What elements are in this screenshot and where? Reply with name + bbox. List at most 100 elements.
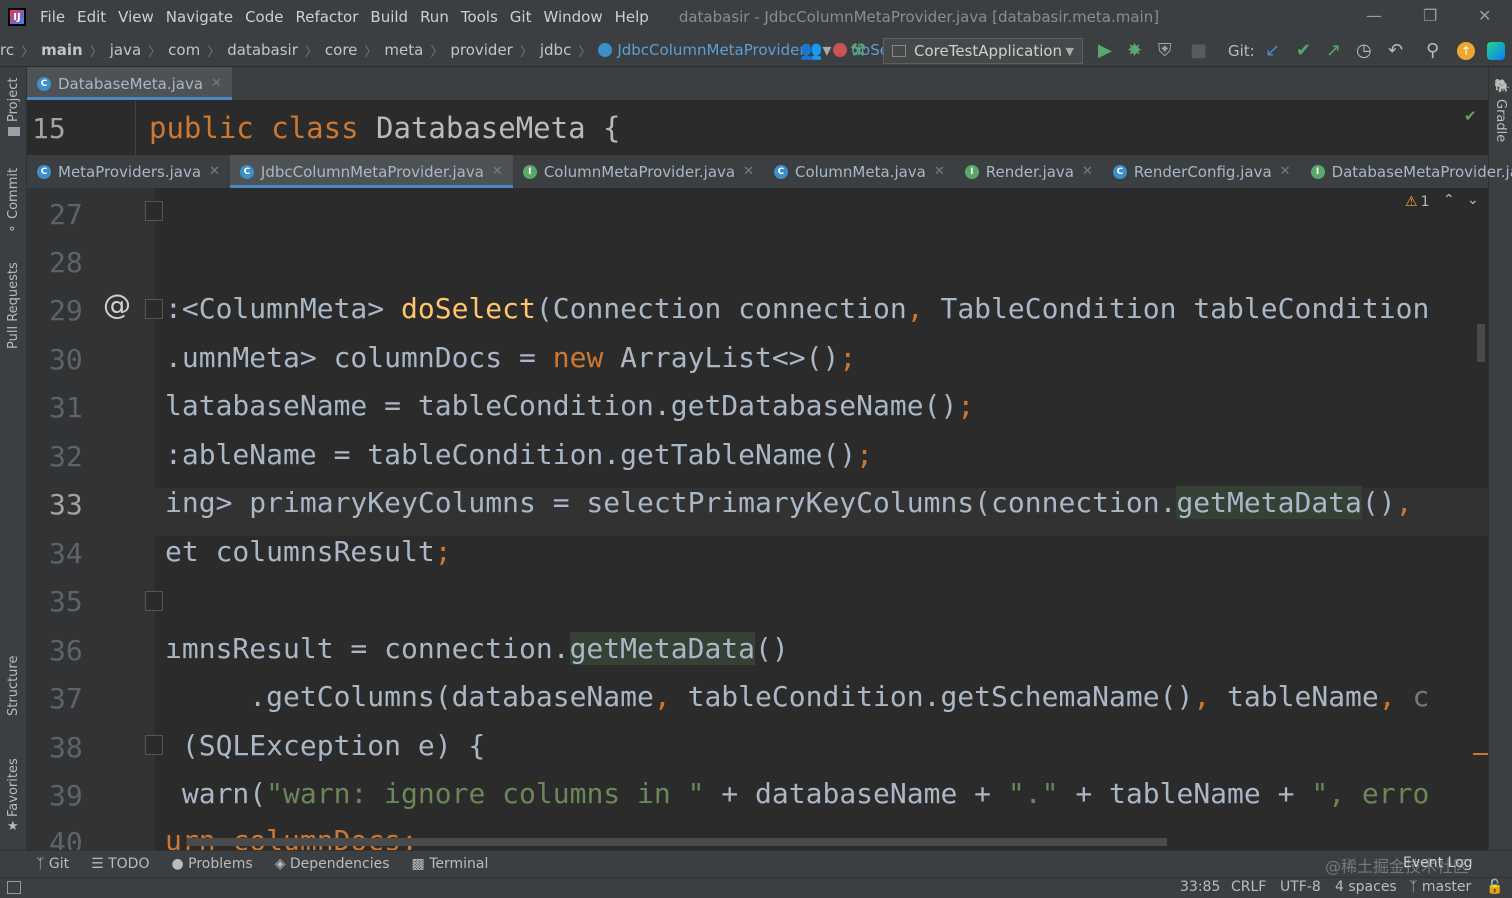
breadcrumb-databasir[interactable]: databasir bbox=[227, 41, 298, 59]
event-log-button[interactable]: Event Log bbox=[1403, 855, 1473, 871]
toolbox-icon[interactable] bbox=[1487, 42, 1505, 60]
fold-marker-icon[interactable] bbox=[145, 299, 163, 319]
gradle-tool-button[interactable]: Gradle bbox=[1493, 99, 1508, 142]
caret-position[interactable]: 33:85 bbox=[1180, 879, 1220, 895]
line-number: 31 bbox=[49, 391, 83, 424]
close-icon[interactable]: ✕ bbox=[934, 164, 945, 179]
stop-icon[interactable]: ■ bbox=[1190, 41, 1207, 61]
code-line-33: ing> primaryKeyColumns = selectPrimaryKe… bbox=[165, 486, 1413, 519]
breadcrumb-provider[interactable]: provider bbox=[450, 41, 513, 59]
menu-code[interactable]: Code bbox=[245, 8, 283, 26]
fold-marker-icon[interactable] bbox=[145, 591, 163, 611]
rollback-icon[interactable]: ↶ bbox=[1388, 41, 1403, 61]
pull-requests-tool-button[interactable]: Pull Requests bbox=[6, 262, 21, 349]
chevron-up-icon[interactable]: ⌃ bbox=[1443, 192, 1455, 208]
tab-label: Render.java bbox=[985, 162, 1075, 181]
favorites-tool-button[interactable]: Favorites bbox=[6, 758, 21, 817]
code-token: :ableName = tableCondition.getTableName(… bbox=[165, 438, 857, 471]
close-window-icon[interactable]: ✕ bbox=[1478, 6, 1491, 25]
minimize-icon[interactable]: — bbox=[1366, 6, 1382, 25]
history-icon[interactable]: ◷ bbox=[1356, 41, 1372, 61]
string-literal: ", erro bbox=[1311, 777, 1430, 810]
tab-jdbccolumnmetaprovider[interactable]: C JdbcColumnMetaProvider.java ✕ bbox=[229, 155, 513, 188]
breadcrumb-meta[interactable]: meta bbox=[384, 41, 423, 59]
tab-metaproviders[interactable]: C MetaProviders.java ✕ bbox=[27, 155, 230, 188]
run-icon[interactable]: ▶ bbox=[1098, 41, 1112, 61]
line-number: 27 bbox=[49, 198, 83, 231]
lock-icon[interactable]: 🔓 bbox=[1486, 879, 1503, 895]
restore-icon[interactable]: ❐ bbox=[1423, 6, 1437, 25]
coverage-icon[interactable]: ⛨ bbox=[1158, 41, 1172, 61]
debug-icon[interactable]: ✸ bbox=[1127, 41, 1142, 61]
menu-run[interactable]: Run bbox=[420, 8, 449, 26]
menu-tools[interactable]: Tools bbox=[461, 8, 498, 26]
menu-window[interactable]: Window bbox=[543, 8, 602, 26]
breadcrumb-jdbc[interactable]: jdbc bbox=[540, 41, 571, 59]
git-branch[interactable]: ᛉ master bbox=[1409, 879, 1471, 895]
override-at-icon[interactable]: @ bbox=[103, 288, 131, 321]
build-hammer-icon[interactable]: ⚒ bbox=[850, 41, 866, 61]
breadcrumb-src[interactable]: rc bbox=[0, 41, 14, 59]
line-separator[interactable]: CRLF bbox=[1231, 879, 1266, 895]
menu-file[interactable]: File bbox=[40, 8, 65, 26]
menu-view[interactable]: View bbox=[118, 8, 154, 26]
pinned-tab-bar: C DatabaseMeta.java ✕ bbox=[27, 67, 1488, 100]
tab-columnmeta[interactable]: C ColumnMeta.java ✕ bbox=[764, 155, 955, 188]
breadcrumb-main[interactable]: main bbox=[41, 41, 83, 59]
menu-build[interactable]: Build bbox=[370, 8, 408, 26]
close-icon[interactable]: ✕ bbox=[211, 76, 222, 91]
tab-renderconfig[interactable]: C RenderConfig.java ✕ bbox=[1103, 155, 1301, 188]
vertical-scrollbar[interactable] bbox=[1477, 324, 1485, 362]
file-encoding[interactable]: UTF-8 bbox=[1280, 879, 1321, 895]
close-icon[interactable]: ✕ bbox=[209, 164, 220, 179]
close-icon[interactable]: ✕ bbox=[743, 164, 754, 179]
interface-icon: I bbox=[1310, 164, 1325, 179]
code-editor[interactable]: 27 28 29 30 31 32 33 34 35 36 37 38 39 4… bbox=[27, 188, 1488, 850]
git-update-icon[interactable]: ↙ bbox=[1265, 41, 1280, 61]
tool-windows-toggle-icon[interactable] bbox=[7, 881, 21, 894]
breadcrumb-core[interactable]: core bbox=[325, 41, 358, 59]
structure-tool-button[interactable]: Structure bbox=[6, 656, 21, 716]
close-icon[interactable]: ✕ bbox=[492, 164, 503, 179]
fold-marker-icon[interactable] bbox=[145, 201, 163, 221]
tab-render[interactable]: I Render.java ✕ bbox=[955, 155, 1103, 188]
horizontal-scrollbar[interactable] bbox=[187, 838, 1167, 846]
menu-edit[interactable]: Edit bbox=[77, 8, 106, 26]
string-literal: "warn: ignore columns in " bbox=[266, 777, 705, 810]
todo-tool-button[interactable]: ☰ TODO bbox=[91, 856, 149, 872]
commit-tool-button[interactable]: Commit bbox=[6, 168, 21, 219]
problems-tool-button[interactable]: ● Problems bbox=[171, 856, 252, 872]
close-icon[interactable]: ✕ bbox=[1280, 164, 1291, 179]
update-icon[interactable]: ↑ bbox=[1457, 42, 1475, 60]
project-tool-button[interactable]: Project bbox=[6, 78, 21, 122]
warning-icon[interactable]: ⚠ 1 bbox=[1405, 194, 1429, 210]
breadcrumb-java[interactable]: java bbox=[110, 41, 141, 59]
chevron-down-icon[interactable]: ⌄ bbox=[1467, 192, 1479, 208]
todo-label: TODO bbox=[108, 856, 150, 872]
tab-databasemeta[interactable]: C DatabaseMeta.java ✕ bbox=[27, 67, 232, 100]
git-tool-button[interactable]: ᛉ Git bbox=[36, 856, 69, 872]
class-icon: C bbox=[37, 76, 51, 91]
interface-icon: I bbox=[964, 164, 979, 179]
user-dropdown-icon[interactable]: 👥▾ bbox=[800, 41, 831, 61]
menu-refactor[interactable]: Refactor bbox=[295, 8, 358, 26]
breadcrumb-class[interactable]: JdbcColumnMetaProvider bbox=[617, 41, 805, 59]
dependencies-tool-button[interactable]: ◈ Dependencies bbox=[275, 856, 390, 872]
menu-help[interactable]: Help bbox=[615, 8, 649, 26]
terminal-tool-button[interactable]: ▩ Terminal bbox=[412, 856, 489, 872]
indent-setting[interactable]: 4 spaces bbox=[1335, 879, 1397, 895]
line-number: 39 bbox=[49, 779, 83, 812]
menu-git[interactable]: Git bbox=[510, 8, 532, 26]
fold-marker-icon[interactable] bbox=[145, 735, 163, 755]
breadcrumb-com[interactable]: com bbox=[168, 41, 200, 59]
close-icon[interactable]: ✕ bbox=[1082, 164, 1093, 179]
terminal-label: Terminal bbox=[429, 856, 489, 872]
run-configuration-select[interactable]: CoreTestApplication ▼ bbox=[883, 38, 1083, 64]
git-push-icon[interactable]: ↗ bbox=[1326, 41, 1341, 61]
tab-columnmetaprovider[interactable]: I ColumnMetaProvider.java ✕ bbox=[513, 155, 764, 188]
tab-databasemetaprovider[interactable]: I DatabaseMetaProvider.java ✕ bbox=[1301, 155, 1512, 188]
search-icon[interactable]: ⚲ bbox=[1426, 41, 1439, 61]
menu-navigate[interactable]: Navigate bbox=[166, 8, 233, 26]
git-commit-icon[interactable]: ✔ bbox=[1296, 41, 1311, 61]
tool-window-bar: ᛉ Git ☰ TODO ● Problems ◈ Dependencies ▩… bbox=[0, 850, 1512, 877]
